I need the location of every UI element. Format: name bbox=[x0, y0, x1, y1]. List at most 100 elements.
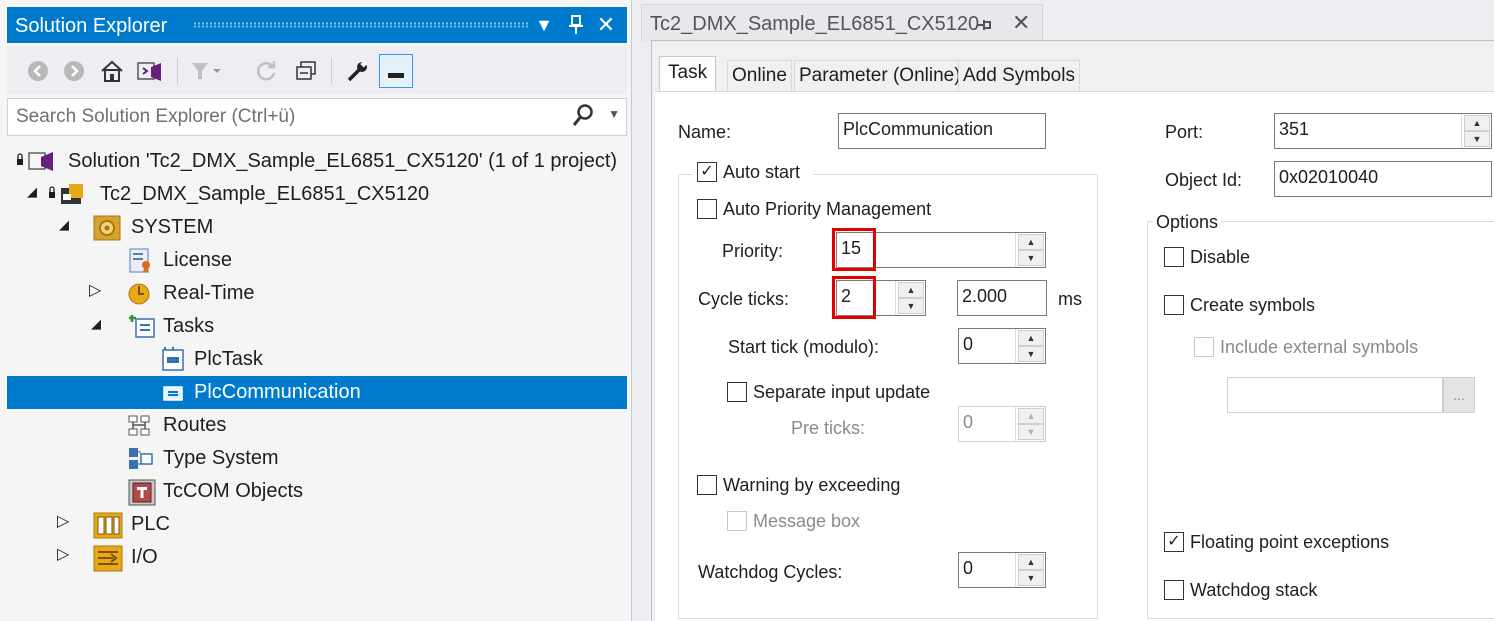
port-label: Port: bbox=[1165, 122, 1204, 142]
pin-tab-icon[interactable] bbox=[976, 12, 994, 39]
disable-label: Disable bbox=[1190, 247, 1251, 267]
collapse-all-icon[interactable] bbox=[289, 54, 323, 88]
name-field[interactable]: PlcCommunication bbox=[838, 113, 1046, 149]
tab-parameter-online[interactable]: Parameter (Online) bbox=[794, 60, 966, 92]
auto-priority-checkbox[interactable] bbox=[697, 199, 717, 219]
system-gear-icon bbox=[93, 215, 121, 241]
expanded-arrow-icon[interactable]: ◢ bbox=[91, 316, 101, 332]
include-external-label: Include external symbols bbox=[1220, 337, 1419, 357]
drag-grip[interactable] bbox=[193, 22, 529, 28]
separate-input-label: Separate input update bbox=[753, 382, 931, 402]
collapsed-arrow-icon[interactable]: ▷ bbox=[89, 280, 101, 300]
decrement-arrow-icon[interactable]: ▼ bbox=[1464, 131, 1490, 147]
task-tab-panel: Name: PlcCommunication ✓ Auto start Auto… bbox=[655, 91, 1494, 621]
tree-item-plctask[interactable]: PlcTask bbox=[7, 343, 627, 376]
close-icon[interactable]: ✕ bbox=[593, 11, 619, 39]
tree-item-label: PlcCommunication bbox=[194, 381, 361, 403]
tree-item-label: Real-Time bbox=[163, 282, 255, 304]
tab-task[interactable]: Task bbox=[659, 56, 717, 93]
forward-icon[interactable] bbox=[57, 54, 91, 88]
increment-arrow-icon[interactable]: ▲ bbox=[1018, 234, 1044, 250]
decrement-arrow-icon[interactable]: ▼ bbox=[1018, 250, 1044, 266]
separate-input-checkbox[interactable] bbox=[727, 382, 747, 402]
start-tick-value: 0 bbox=[963, 334, 974, 354]
tree-item-project[interactable]: ◢ Tc2_DMX_Sample_EL6851_CX5120 bbox=[7, 178, 627, 211]
document-tab-title: Tc2_DMX_Sample_EL6851_CX5120 bbox=[650, 13, 980, 35]
toolbar-separator bbox=[177, 58, 178, 84]
port-stepper[interactable]: 351 ▲ ▼ bbox=[1274, 113, 1492, 149]
tree-item-label: I/O bbox=[131, 546, 158, 568]
floating-point-label: Floating point exceptions bbox=[1190, 532, 1390, 552]
preview-icon[interactable] bbox=[379, 54, 413, 88]
tab-online[interactable]: Online bbox=[727, 60, 792, 92]
document-tab[interactable]: Tc2_DMX_Sample_EL6851_CX5120 ✕ bbox=[641, 4, 1043, 42]
expanded-arrow-icon[interactable]: ◢ bbox=[59, 217, 69, 233]
auto-start-checkbox[interactable]: ✓ bbox=[697, 162, 717, 182]
auto-hide-pin-icon[interactable] bbox=[563, 11, 589, 39]
task-icon bbox=[159, 380, 185, 404]
panel-title: Solution Explorer bbox=[15, 15, 168, 37]
warning-exceeding-checkbox[interactable] bbox=[697, 475, 717, 495]
increment-arrow-icon[interactable]: ▲ bbox=[898, 282, 924, 298]
tree-item-type-system[interactable]: Type System bbox=[7, 442, 627, 475]
vs-solution-icon[interactable] bbox=[133, 54, 167, 88]
twincat-project-icon bbox=[47, 182, 83, 206]
create-symbols-label: Create symbols bbox=[1190, 295, 1316, 315]
search-box: ▼ bbox=[7, 98, 627, 136]
spinner-buttons: ▲ ▼ bbox=[1015, 553, 1045, 587]
watchdog-stack-checkbox[interactable] bbox=[1164, 580, 1184, 600]
collapsed-arrow-icon[interactable]: ▷ bbox=[57, 544, 69, 564]
tree-item-tasks[interactable]: ◢ Tasks bbox=[7, 310, 627, 343]
options-group-label: Options bbox=[1153, 212, 1222, 233]
tab-add-symbols[interactable]: Add Symbols bbox=[958, 60, 1080, 92]
solution-explorer-toolbar bbox=[7, 46, 627, 94]
create-symbols-checkbox[interactable] bbox=[1164, 295, 1184, 315]
message-box-checkbox bbox=[727, 511, 747, 531]
filter-icon[interactable] bbox=[189, 54, 223, 88]
tree-item-solution[interactable]: Solution 'Tc2_DMX_Sample_EL6851_CX5120' … bbox=[7, 145, 627, 178]
home-icon[interactable] bbox=[95, 54, 129, 88]
close-tab-icon[interactable]: ✕ bbox=[1012, 10, 1030, 36]
disable-checkbox[interactable] bbox=[1164, 247, 1184, 267]
tree-item-io[interactable]: ▷ I/O bbox=[7, 541, 627, 574]
tccom-objects-icon bbox=[127, 479, 156, 506]
expanded-arrow-icon[interactable]: ◢ bbox=[27, 184, 37, 200]
tree-item-label: PlcTask bbox=[194, 348, 263, 370]
cycle-ticks-label: Cycle ticks: bbox=[698, 289, 790, 309]
tree-item-tccom-objects[interactable]: TcCOM Objects bbox=[7, 475, 627, 508]
increment-arrow-icon[interactable]: ▲ bbox=[1018, 330, 1044, 346]
decrement-arrow-icon[interactable]: ▼ bbox=[1018, 346, 1044, 362]
floating-point-checkbox[interactable]: ✓ bbox=[1164, 532, 1184, 552]
object-id-field: 0x02010040 bbox=[1274, 161, 1492, 197]
plc-icon bbox=[93, 512, 123, 539]
collapsed-arrow-icon[interactable]: ▷ bbox=[57, 511, 69, 531]
decrement-arrow-icon[interactable]: ▼ bbox=[1018, 570, 1044, 586]
type-system-icon bbox=[127, 446, 153, 470]
tree-item-label: Routes bbox=[163, 414, 227, 436]
search-icon[interactable] bbox=[572, 103, 594, 135]
toolbar-separator bbox=[331, 58, 332, 84]
back-icon[interactable] bbox=[21, 54, 55, 88]
watchdog-cycles-stepper[interactable]: 0 ▲ ▼ bbox=[958, 552, 1046, 588]
object-id-label: Object Id: bbox=[1165, 170, 1243, 190]
window-position-dropdown-icon[interactable]: ▼ bbox=[531, 11, 557, 39]
spinner-buttons: ▲ ▼ bbox=[895, 281, 925, 315]
increment-arrow-icon[interactable]: ▲ bbox=[1464, 115, 1490, 131]
sync-icon[interactable] bbox=[249, 54, 283, 88]
tree-item-system[interactable]: ◢ SYSTEM bbox=[7, 211, 627, 244]
tree-item-label: Tc2_DMX_Sample_EL6851_CX5120 bbox=[100, 183, 430, 205]
pre-ticks-value: 0 bbox=[963, 412, 974, 432]
tree-item-plccommunication[interactable]: PlcCommunication bbox=[7, 376, 627, 409]
search-options-dropdown-icon[interactable]: ▼ bbox=[608, 107, 620, 121]
increment-arrow-icon[interactable]: ▲ bbox=[1018, 554, 1044, 570]
start-tick-stepper[interactable]: 0 ▲ ▼ bbox=[958, 328, 1046, 364]
decrement-arrow-icon[interactable]: ▼ bbox=[898, 298, 924, 314]
tree-item-realtime[interactable]: ▷ Real-Time bbox=[7, 277, 627, 310]
search-input[interactable] bbox=[16, 105, 556, 129]
tree-item-routes[interactable]: Routes bbox=[7, 409, 627, 442]
properties-wrench-icon[interactable] bbox=[341, 54, 375, 88]
tree-item-label: License bbox=[163, 249, 232, 271]
tree-item-plc[interactable]: ▷ PLC bbox=[7, 508, 627, 541]
watchdog-cycles-value: 0 bbox=[963, 558, 974, 578]
tree-item-license[interactable]: License bbox=[7, 244, 627, 277]
